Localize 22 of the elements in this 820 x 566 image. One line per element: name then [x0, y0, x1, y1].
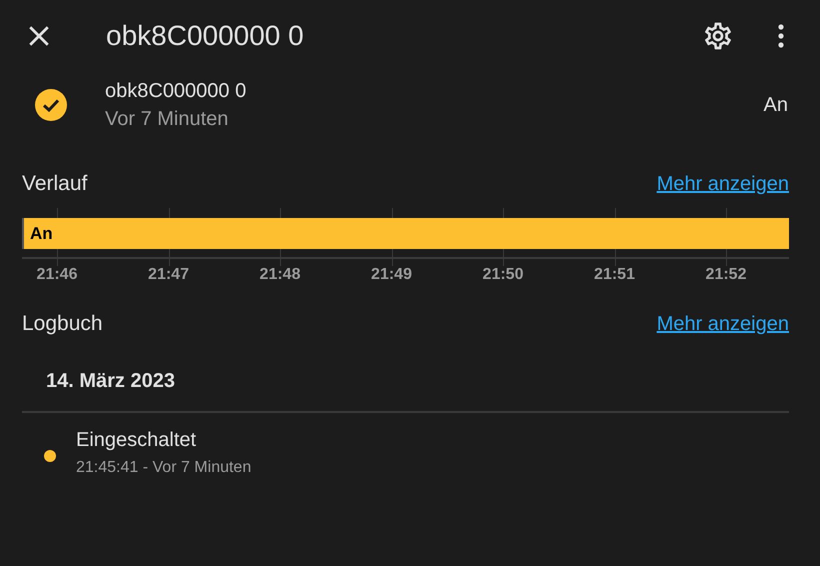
- tick-label: 21:48: [260, 265, 300, 285]
- more-link[interactable]: Mehr anzeigen: [656, 169, 789, 199]
- tick-label: 21:49: [371, 265, 412, 285]
- entity-name: obk8C000000 0: [105, 79, 248, 104]
- tick-label: 21:46: [36, 265, 78, 285]
- entity-state: An: [764, 93, 788, 118]
- tick-label: 21:52: [706, 265, 746, 285]
- more-link[interactable]: Mehr anzeigen: [656, 309, 789, 339]
- more-options-icon[interactable]: [778, 24, 784, 48]
- date-heading: 14. März 2023: [46, 370, 175, 392]
- bar-label: An: [30, 222, 53, 245]
- settings-icon[interactable]: [702, 20, 734, 52]
- section-title: Verlauf: [22, 171, 88, 198]
- tick-label: 21:50: [482, 265, 524, 285]
- log-message: Eingeschaltet: [76, 428, 198, 453]
- check-circle-icon: [35, 89, 67, 121]
- dialog-title: obk8C000000 0: [106, 19, 305, 53]
- tick-label: 21:47: [148, 265, 189, 285]
- section-title: Logbuch: [22, 311, 103, 338]
- tick-label: 21:51: [594, 265, 635, 285]
- log-time: 21:45:41 - Vor 7 Minuten: [76, 458, 252, 478]
- last-changed: Vor 7 Minuten: [105, 107, 230, 132]
